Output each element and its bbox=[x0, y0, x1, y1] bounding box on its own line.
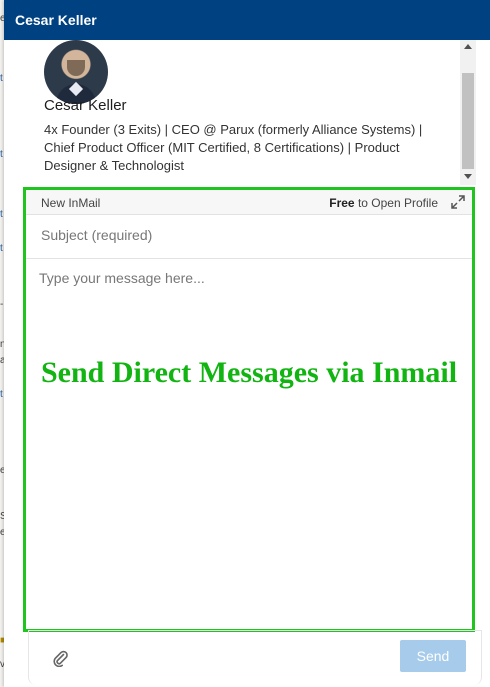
expand-icon[interactable] bbox=[450, 194, 466, 210]
compose-toolbar: New InMail Free to Open Profile bbox=[26, 190, 472, 215]
promo-caption: Send Direct Messages via Inmail bbox=[40, 356, 458, 389]
scroll-thumb[interactable] bbox=[462, 73, 474, 169]
subject-row bbox=[26, 215, 472, 259]
inmail-compose-panel: Cesar Keller Cesar Keller 4x Founder (3 … bbox=[4, 0, 490, 687]
scroll-down-arrow-icon[interactable] bbox=[464, 174, 472, 179]
free-open-profile-label: Free to Open Profile bbox=[329, 196, 438, 210]
profile-card: Cesar Keller 4x Founder (3 Exits) | CEO … bbox=[4, 40, 490, 185]
profile-headline: 4x Founder (3 Exits) | CEO @ Parux (form… bbox=[44, 122, 423, 173]
send-button[interactable]: Send bbox=[400, 640, 466, 672]
compose-footer: Send bbox=[28, 630, 482, 685]
scroll-up-arrow-icon[interactable] bbox=[464, 44, 472, 49]
panel-header[interactable]: Cesar Keller bbox=[4, 0, 490, 40]
message-input[interactable] bbox=[39, 270, 457, 610]
profile-scrollbar[interactable] bbox=[460, 40, 476, 185]
paperclip-icon[interactable] bbox=[51, 649, 69, 668]
subject-input[interactable] bbox=[41, 227, 441, 243]
new-inmail-label: New InMail bbox=[41, 196, 101, 210]
compose-box: New InMail Free to Open Profile Send Dir… bbox=[23, 187, 475, 632]
header-title[interactable]: Cesar Keller bbox=[15, 12, 97, 28]
avatar[interactable] bbox=[44, 40, 108, 104]
profile-name[interactable]: Cesar Keller bbox=[44, 97, 127, 114]
